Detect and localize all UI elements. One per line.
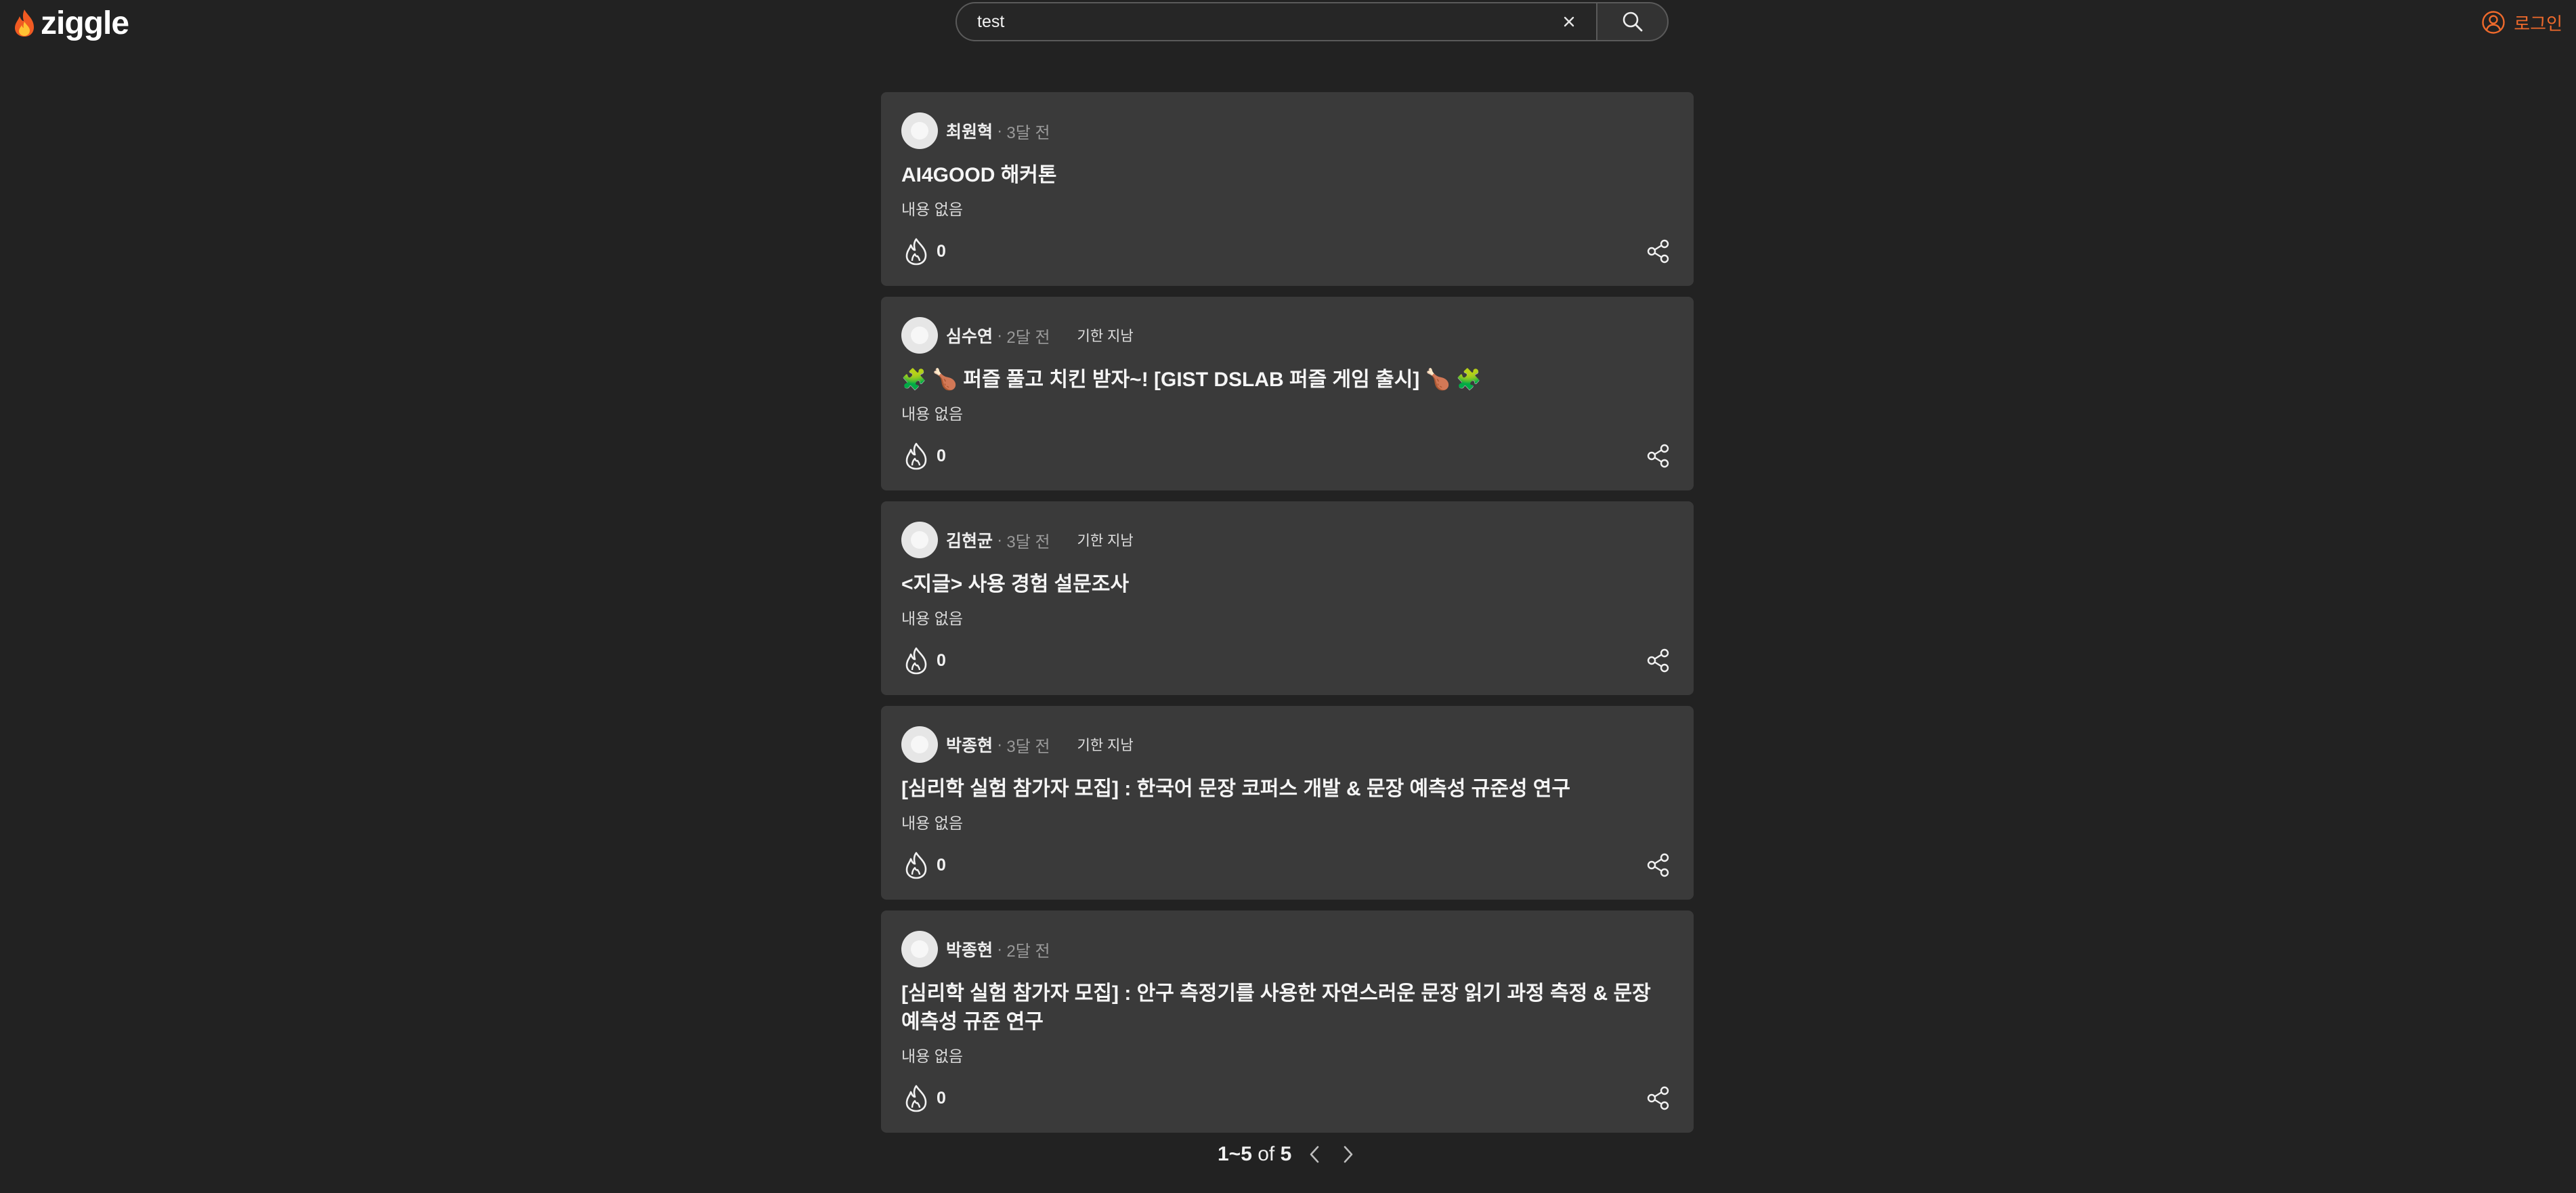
login-button[interactable]: 로그인 [2481,7,2562,38]
login-label: 로그인 [2514,13,2562,34]
share-icon [1647,239,1669,264]
previous-page-button[interactable] [1304,1141,1325,1168]
clear-search-button[interactable] [1558,11,1580,33]
post-header: 최원혁 · 3달 전 [901,112,1673,149]
search-button[interactable] [1596,2,1669,41]
pagination-total: 5 [1280,1143,1292,1165]
pagination-of: of [1258,1143,1275,1165]
share-icon [1647,853,1669,877]
post-author: 김현균 [946,532,993,551]
post-content: 내용 없음 [901,1047,964,1065]
flame-outline-icon [905,647,927,675]
share-button[interactable] [1644,1083,1673,1113]
post-header: 심수연 · 2달 전 기한 지남 [901,317,1673,354]
post-card[interactable]: 김현균 · 3달 전 기한 지남 <지글> 사용 경험 설문조사 내용 없음 0 [881,501,1694,695]
like-button[interactable]: 0 [901,236,946,266]
post-card[interactable]: 박종현 · 2달 전 [심리학 실험 참가자 모집] : 안구 측정기를 사용한… [881,911,1694,1133]
post-footer: 0 [901,847,1673,883]
deadline-badge: 기한 지남 [1077,533,1134,549]
next-page-button[interactable] [1337,1141,1359,1168]
post-time: 2달 전 [1006,942,1050,961]
share-button[interactable] [1644,646,1673,675]
post-footer: 0 [901,233,1673,270]
post-author: 박종현 [946,941,993,960]
post-author: 박종현 [946,736,993,755]
close-icon [1564,16,1574,27]
like-button[interactable]: 0 [901,850,946,880]
chevron-right-icon [1344,1146,1353,1163]
meta-separator: · [997,530,1003,549]
post-time: 3달 전 [1006,737,1050,756]
meta-separator: · [997,325,1003,345]
meta-separator: · [997,939,1003,959]
post-time: 3달 전 [1006,123,1050,142]
post-time: 2달 전 [1006,328,1050,347]
brand-name: ziggle [41,5,129,41]
pagination-range: 1~5 [1218,1143,1252,1165]
logo[interactable]: ziggle [12,4,129,42]
flame-outline-icon [905,1085,927,1112]
pagination-summary: 1~5 of 5 [1218,1143,1291,1166]
flame-logo-icon [15,9,34,37]
post-time: 3달 전 [1006,532,1050,551]
post-header: 김현균 · 3달 전 기한 지남 [901,522,1673,558]
user-circle-icon [2482,11,2505,34]
flame-outline-icon [905,852,927,879]
search-results-list: 최원혁 · 3달 전 AI4GOOD 해커톤 내용 없음 0 심수연 · 2달 … [881,92,1694,1144]
post-header: 박종현 · 3달 전 기한 지남 [901,726,1673,763]
post-card[interactable]: 심수연 · 2달 전 기한 지남 🧩 🍗 퍼즐 풀고 치킨 받자~! [GIST… [881,297,1694,490]
avatar [901,522,938,558]
search-icon [1623,12,1642,32]
share-button[interactable] [1644,236,1673,266]
search-bar [956,2,1669,41]
like-count: 0 [937,650,946,670]
post-content: 내용 없음 [901,405,964,423]
deadline-badge: 기한 지남 [1077,738,1134,753]
like-count: 0 [937,241,946,261]
share-icon [1647,648,1669,673]
deadline-badge: 기한 지남 [1077,329,1134,344]
avatar [901,112,938,149]
share-icon [1647,444,1669,468]
share-icon [1647,1086,1669,1110]
flame-outline-icon [905,238,927,266]
like-button[interactable]: 0 [901,646,946,675]
post-title[interactable]: [심리학 실험 참가자 모집] : 안구 측정기를 사용한 자연스러운 문장 읽… [901,980,1673,1037]
post-author: 최원혁 [946,123,993,142]
share-button[interactable] [1644,850,1673,880]
meta-separator: · [997,121,1003,140]
post-title[interactable]: <지글> 사용 경험 설문조사 [901,570,1673,599]
post-footer: 0 [901,438,1673,474]
like-count: 0 [937,446,946,465]
post-footer: 0 [901,1080,1673,1116]
search-field-wrapper [956,2,1596,41]
like-count: 0 [937,1088,946,1108]
meta-separator: · [997,734,1003,754]
avatar [901,317,938,354]
flame-outline-icon [905,442,927,470]
avatar [901,931,938,967]
like-button[interactable]: 0 [901,1083,946,1113]
post-title[interactable]: AI4GOOD 해커톤 [901,161,1673,190]
post-card[interactable]: 최원혁 · 3달 전 AI4GOOD 해커톤 내용 없음 0 [881,92,1694,286]
post-header: 박종현 · 2달 전 [901,931,1673,967]
share-button[interactable] [1644,441,1673,471]
post-title[interactable]: [심리학 실험 참가자 모집] : 한국어 문장 코퍼스 개발 & 문장 예측성… [901,775,1673,803]
post-content: 내용 없음 [901,610,964,627]
post-author: 심수연 [946,327,993,346]
post-card[interactable]: 박종현 · 3달 전 기한 지남 [심리학 실험 참가자 모집] : 한국어 문… [881,706,1694,900]
post-content: 내용 없음 [901,814,964,832]
avatar [901,726,938,763]
post-footer: 0 [901,642,1673,679]
like-count: 0 [937,855,946,875]
search-input[interactable] [977,12,1558,32]
chevron-left-icon [1310,1146,1319,1163]
post-title[interactable]: 🧩 🍗 퍼즐 풀고 치킨 받자~! [GIST DSLAB 퍼즐 게임 출시] … [901,366,1673,394]
post-content: 내용 없음 [901,201,964,218]
pagination: 1~5 of 5 [1218,1139,1359,1169]
like-button[interactable]: 0 [901,441,946,471]
